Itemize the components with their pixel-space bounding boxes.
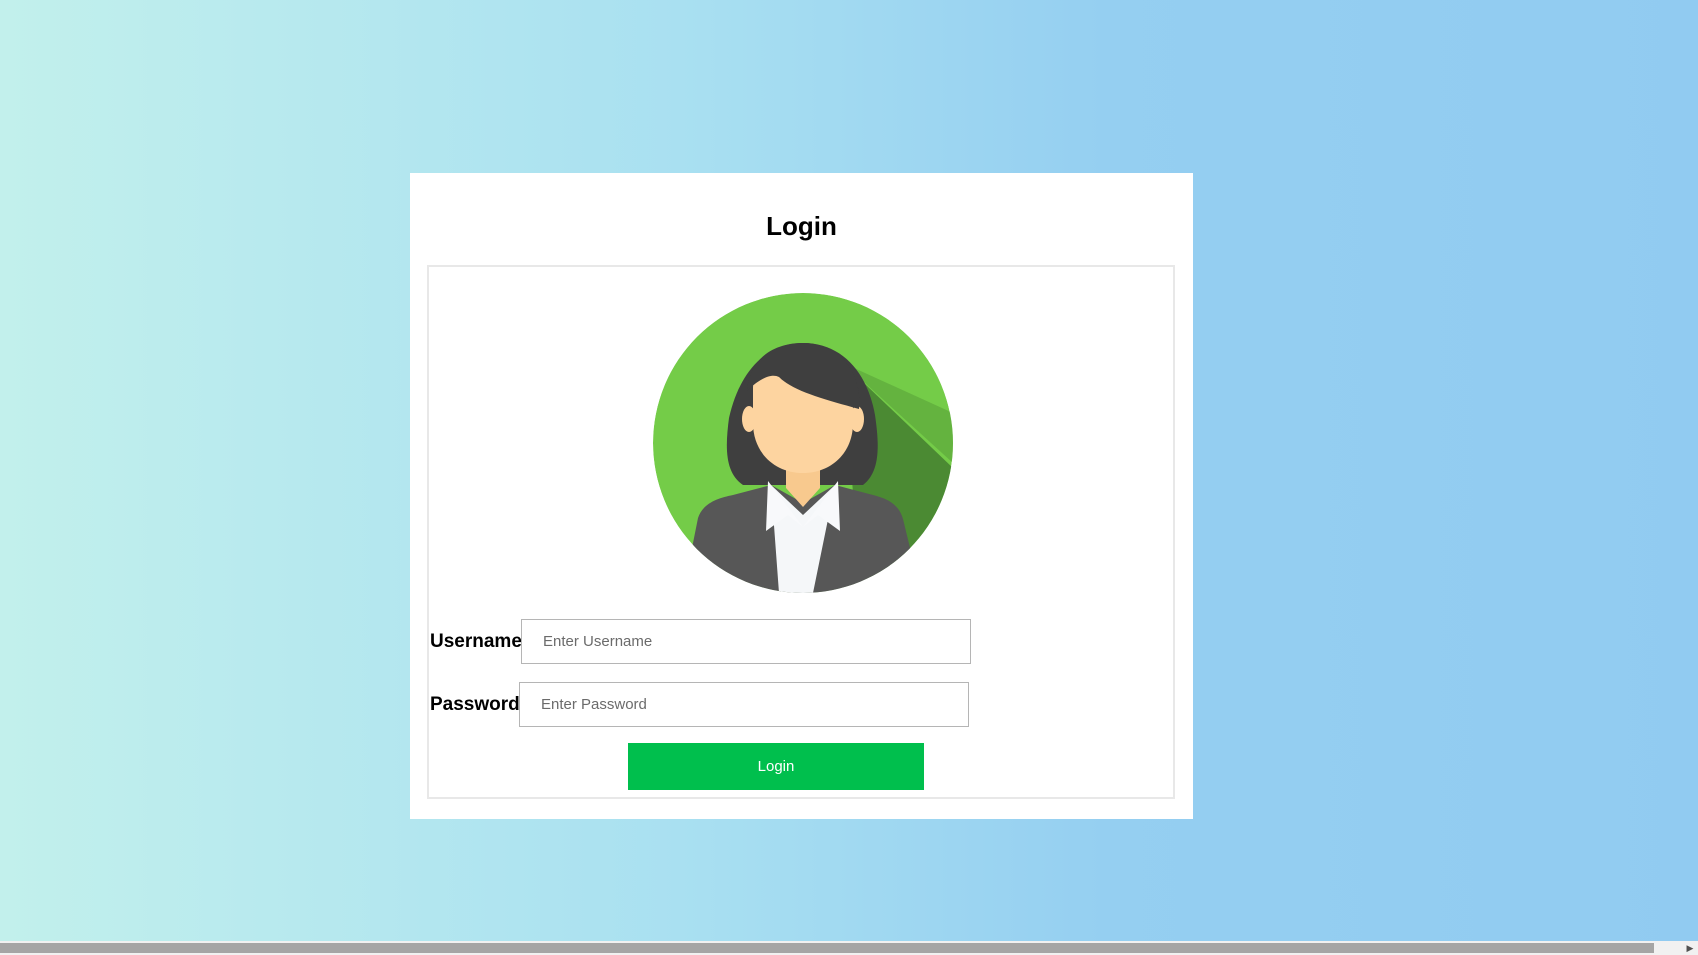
horizontal-scrollbar[interactable]: ▶ bbox=[0, 941, 1698, 955]
triangle-right-icon[interactable]: ▶ bbox=[1684, 943, 1696, 953]
login-form-container: Username Password Login bbox=[427, 265, 1175, 799]
female-user-avatar-icon bbox=[653, 293, 953, 593]
login-button[interactable]: Login bbox=[628, 743, 924, 790]
login-title: Login bbox=[766, 211, 837, 241]
username-input[interactable] bbox=[521, 619, 971, 664]
login-card: Login Username Enter Username Password L… bbox=[410, 173, 1193, 819]
scrollbar-thumb[interactable] bbox=[0, 943, 1654, 953]
username-label: Username bbox=[430, 631, 522, 652]
password-input[interactable] bbox=[519, 682, 969, 727]
password-label: Password bbox=[430, 694, 520, 715]
